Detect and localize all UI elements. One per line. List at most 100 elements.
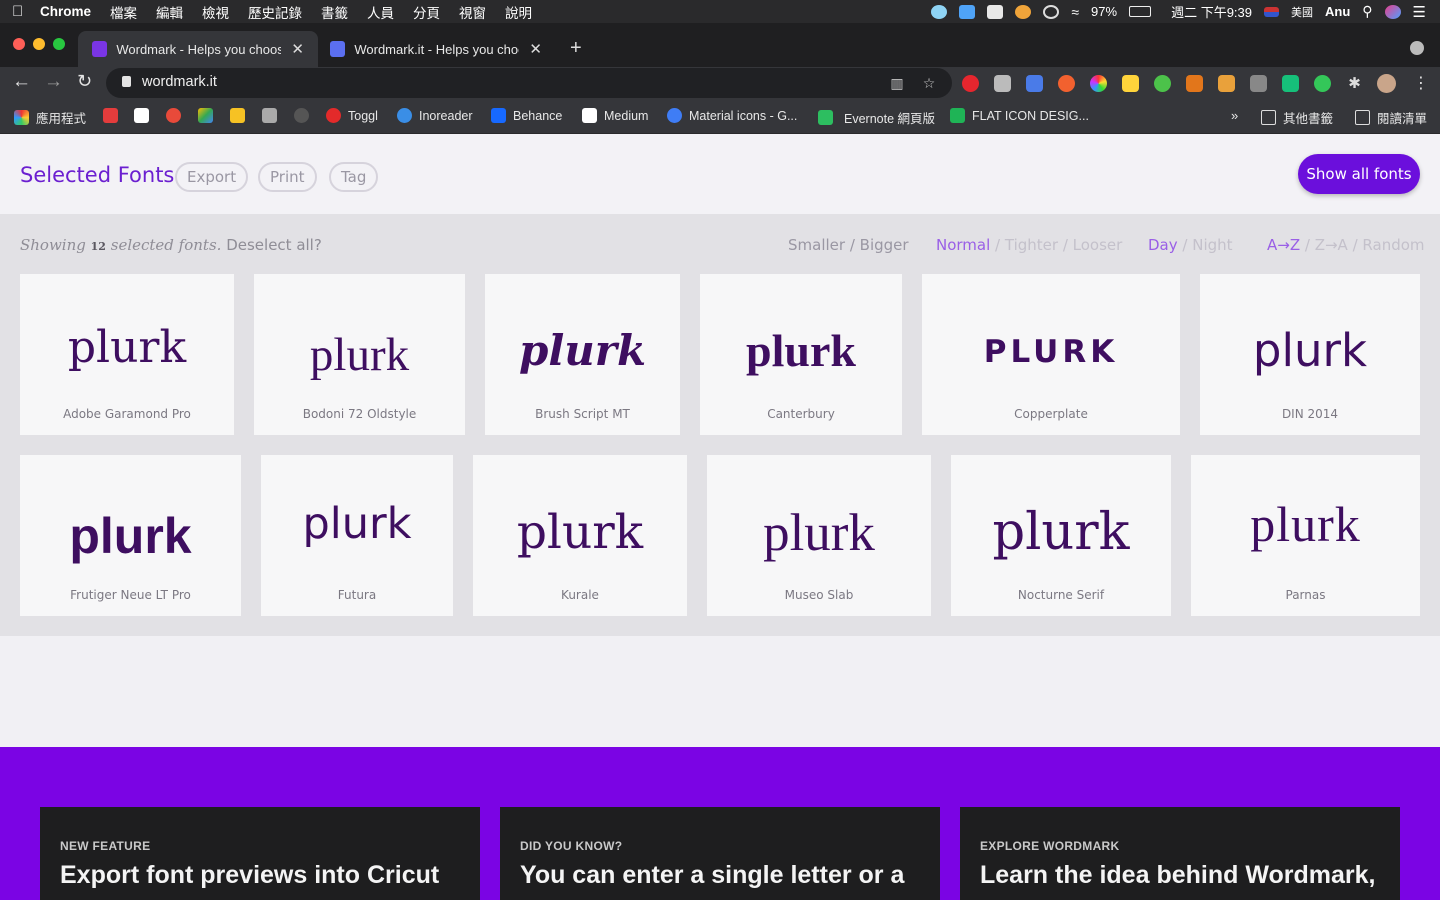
cloud-icon[interactable] xyxy=(931,4,948,19)
close-tab-icon[interactable]: ✕ xyxy=(529,40,542,58)
spacing-looser-link[interactable]: Looser xyxy=(1073,236,1123,254)
menu-view[interactable]: 檢視 xyxy=(202,2,229,22)
bookmark-icon-only-7[interactable] xyxy=(294,108,316,123)
user-name[interactable]: Anu xyxy=(1325,4,1350,19)
extension-7-icon[interactable] xyxy=(1154,75,1171,92)
flag-icon[interactable] xyxy=(1264,6,1279,17)
spacing-normal-link[interactable]: Normal xyxy=(936,236,990,254)
bookmark-medium[interactable]: Medium xyxy=(582,108,648,123)
metamask-icon[interactable] xyxy=(1186,75,1203,92)
lock-icon[interactable] xyxy=(122,76,131,87)
show-all-fonts-button[interactable]: Show all fonts xyxy=(1298,154,1420,194)
back-button[interactable]: ← xyxy=(12,71,31,93)
menu-app[interactable]: Chrome xyxy=(40,4,91,19)
bookmark-icon-only-4[interactable] xyxy=(198,108,220,123)
promo-card-explore[interactable]: EXPLORE WORDMARK Learn the idea behind W… xyxy=(960,807,1400,900)
promo-card-did-you-know[interactable]: DID YOU KNOW? You can enter a single let… xyxy=(500,807,940,900)
bookmark-behance[interactable]: Behance xyxy=(491,108,562,123)
control-center-icon[interactable]: ☰ xyxy=(1413,3,1426,21)
extension-10-icon[interactable] xyxy=(1250,75,1267,92)
app-icon[interactable] xyxy=(959,4,976,19)
export-button[interactable]: Export xyxy=(175,162,249,192)
sort-za-link[interactable]: Z→A xyxy=(1315,236,1348,254)
font-card-frutiger[interactable]: plurk Frutiger Neue LT Pro xyxy=(20,455,241,616)
bookmark-other[interactable]: 其他書籤 xyxy=(1261,108,1333,127)
bookmark-apps[interactable]: 應用程式 xyxy=(14,108,86,127)
extension-4-icon[interactable] xyxy=(1058,75,1075,92)
bookmark-material-icons[interactable]: Material icons - G... xyxy=(667,108,797,123)
translate-icon[interactable]: ▥ xyxy=(889,75,905,91)
extension-1-icon[interactable] xyxy=(962,75,979,92)
sort-az-link[interactable]: A→Z xyxy=(1267,236,1300,254)
siri-icon[interactable] xyxy=(1384,4,1401,19)
tab-wordmark-2[interactable]: Wordmark.it - Helps you choos ✕ xyxy=(316,31,556,67)
extension-5-icon[interactable] xyxy=(1090,75,1107,92)
menu-edit[interactable]: 編輯 xyxy=(156,2,183,22)
font-card-bodoni[interactable]: plurk Bodoni 72 Oldstyle xyxy=(254,274,465,435)
extension-11-icon[interactable] xyxy=(1282,75,1299,92)
font-card-futura[interactable]: plurk Futura xyxy=(261,455,453,616)
extension-12-icon[interactable] xyxy=(1314,75,1331,92)
bookmark-icon-only-5[interactable] xyxy=(230,108,252,123)
extension-9-icon[interactable] xyxy=(1218,75,1235,92)
deselect-all-link[interactable]: Deselect all? xyxy=(226,236,322,254)
bookmark-flat-icon[interactable]: FLAT ICON DESIG... xyxy=(950,108,1089,123)
menu-window[interactable]: 視窗 xyxy=(459,2,486,22)
search-icon[interactable]: ⚲ xyxy=(1362,3,1372,20)
sort-random-link[interactable]: Random xyxy=(1362,236,1424,254)
menu-tab[interactable]: 分頁 xyxy=(413,2,440,22)
bookmarks-overflow-icon[interactable]: » xyxy=(1231,108,1238,123)
font-card-adobe-garamond[interactable]: plurk Adobe Garamond Pro xyxy=(20,274,234,435)
menu-file[interactable]: 檔案 xyxy=(110,2,137,22)
day-theme-link[interactable]: Day xyxy=(1148,236,1178,254)
bookmark-evernote[interactable]: Evernote 網頁版 xyxy=(818,108,935,127)
minimize-window-icon[interactable] xyxy=(33,38,45,50)
font-card-din-2014[interactable]: plurk DIN 2014 xyxy=(1200,274,1420,435)
promo-card-new-feature[interactable]: NEW FEATURE Export font previews into Cr… xyxy=(40,807,480,900)
font-card-kurale[interactable]: plurk Kurale xyxy=(473,455,687,616)
bookmark-star-icon[interactable]: ☆ xyxy=(921,75,937,91)
reload-button[interactable]: ↻ xyxy=(77,71,92,92)
font-card-nocturne-serif[interactable]: plurk Nocturne Serif xyxy=(951,455,1171,616)
night-theme-link[interactable]: Night xyxy=(1192,236,1232,254)
print-button[interactable]: Print xyxy=(258,162,317,192)
menu-people[interactable]: 人員 xyxy=(367,2,394,22)
tab-search-icon[interactable] xyxy=(1410,41,1424,55)
extension-2-icon[interactable] xyxy=(994,75,1011,92)
font-card-parnas[interactable]: plurk Parnas xyxy=(1191,455,1420,616)
bookmark-inoreader[interactable]: Inoreader xyxy=(397,108,473,123)
menu-history[interactable]: 歷史記錄 xyxy=(248,2,302,22)
font-card-brush-script[interactable]: plurk Brush Script MT xyxy=(485,274,680,435)
extension-6-icon[interactable] xyxy=(1122,75,1139,92)
close-window-icon[interactable] xyxy=(13,38,25,50)
tab-wordmark-1[interactable]: Wordmark - Helps you choose ✕ xyxy=(78,31,318,67)
battery-icon[interactable] xyxy=(1129,6,1152,17)
input-source[interactable]: 美國 xyxy=(1291,4,1313,20)
forward-button[interactable]: → xyxy=(44,71,63,93)
time-machine-icon[interactable] xyxy=(1043,4,1060,19)
menu-help[interactable]: 說明 xyxy=(505,2,532,22)
profile-avatar[interactable] xyxy=(1377,74,1396,93)
extension-3-icon[interactable] xyxy=(1026,75,1043,92)
bookmark-toggl[interactable]: Toggl xyxy=(326,108,378,123)
spacing-tighter-link[interactable]: Tighter xyxy=(1005,236,1058,254)
weather-icon[interactable] xyxy=(1015,4,1032,19)
more-menu-icon[interactable]: ⋮ xyxy=(1413,73,1429,93)
apple-icon[interactable]:  xyxy=(12,3,28,20)
font-card-museo-slab[interactable]: plurk Museo Slab xyxy=(707,455,931,616)
menu-bookmarks[interactable]: 書籤 xyxy=(321,2,348,22)
bookmark-icon-only-3[interactable] xyxy=(166,108,188,123)
address-bar[interactable]: wordmark.it ▥ ☆ xyxy=(106,68,952,98)
font-card-canterbury[interactable]: plurk Canterbury xyxy=(700,274,902,435)
bookmark-icon-only-2[interactable] xyxy=(134,108,156,123)
puzzle-icon[interactable]: ✱ xyxy=(1346,75,1363,92)
bookmark-icon-only-1[interactable] xyxy=(103,108,125,123)
bookmark-icon-only-6[interactable] xyxy=(262,108,284,123)
new-tab-button[interactable]: + xyxy=(570,37,582,60)
url-text[interactable]: wordmark.it xyxy=(142,74,217,90)
close-tab-icon[interactable]: ✕ xyxy=(291,40,304,58)
wifi-icon[interactable]: ≈ xyxy=(1071,4,1079,20)
clock[interactable]: 週二 下午9:39 xyxy=(1171,2,1252,21)
bookmark-reading-list[interactable]: 閱讀清單 xyxy=(1355,108,1427,127)
zoom-window-icon[interactable] xyxy=(53,38,65,50)
